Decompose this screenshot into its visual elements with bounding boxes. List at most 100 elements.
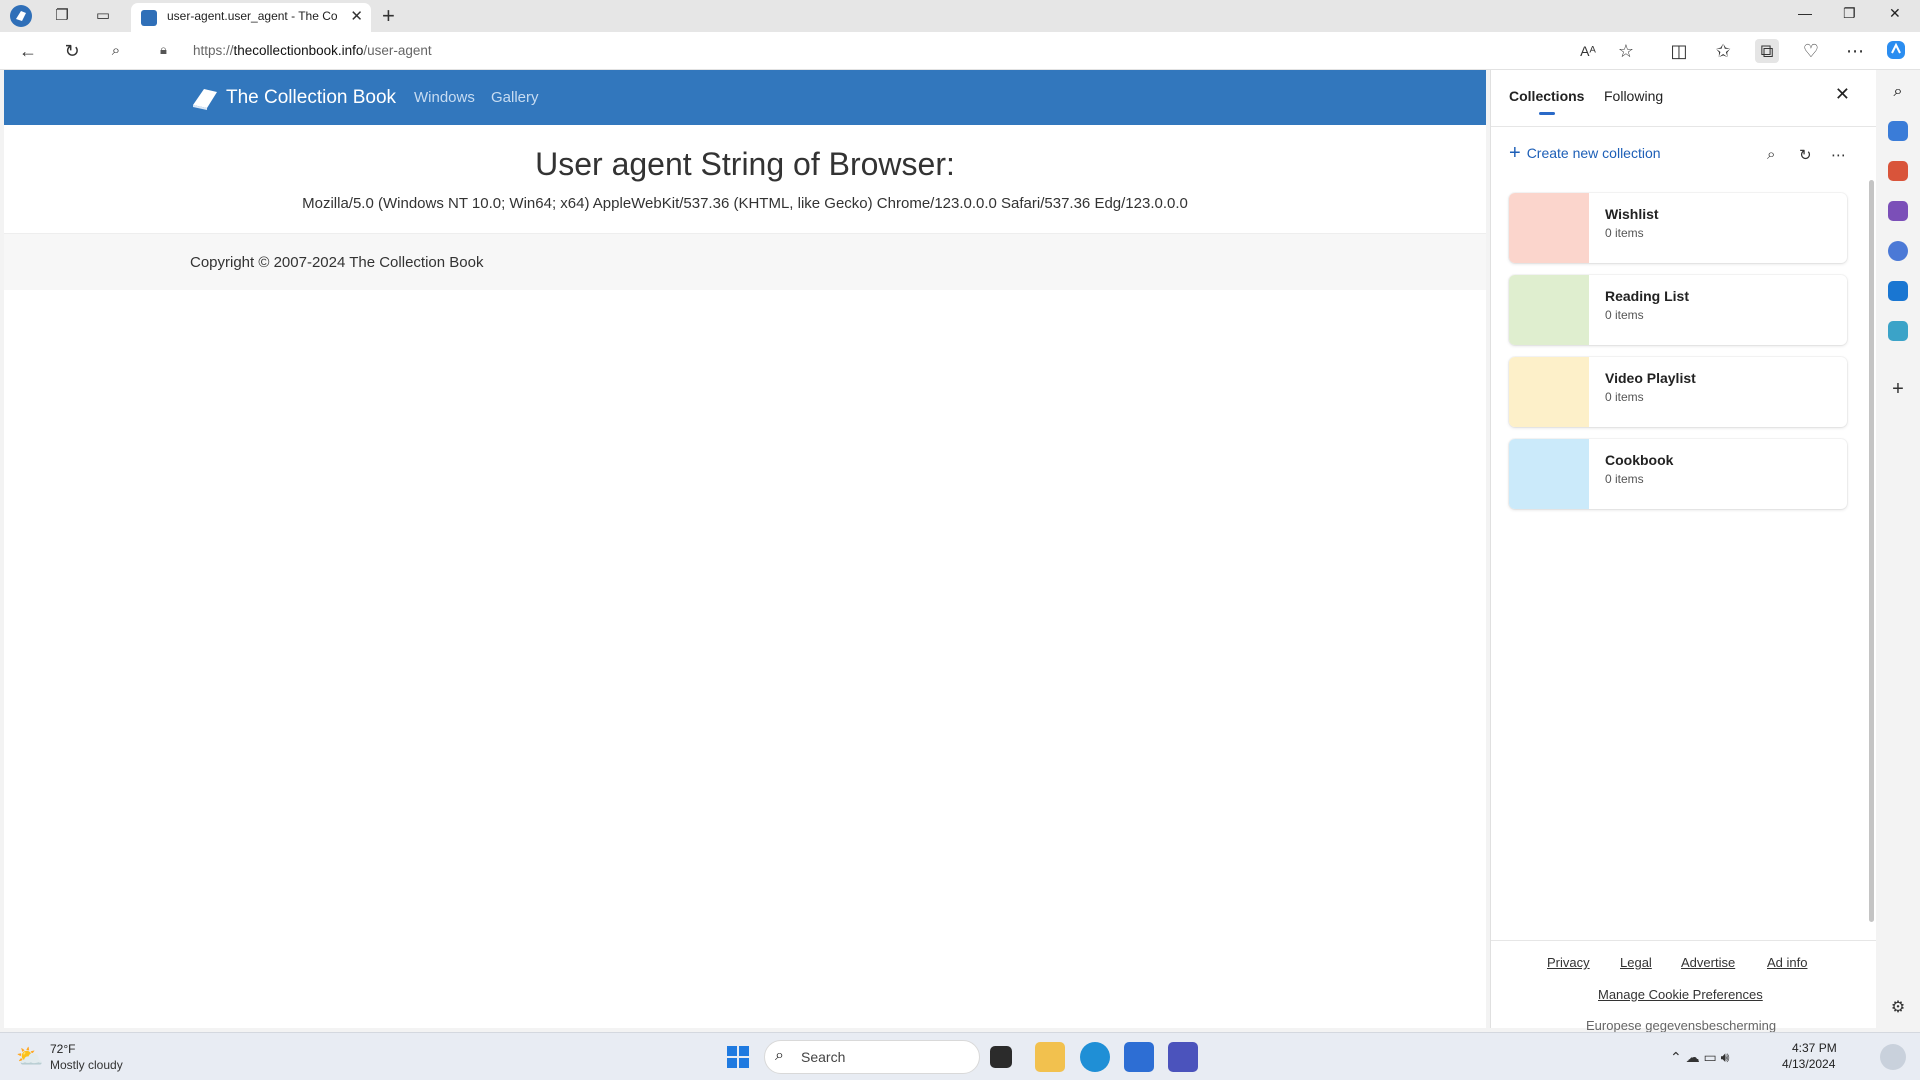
collection-thumbnail [1509,275,1589,345]
tab-strip: ❐ ▭ user-agent.user_agent - The Coll ✕ +… [0,0,1920,32]
create-new-collection-button[interactable]: + Create new collection [1509,142,1661,164]
nav-link-windows[interactable]: Windows [414,89,475,106]
browser-toolbar: ← ↻ ⌕ 🔒︎ https://thecollectionbook.info/… [0,32,1920,70]
taskbar-search[interactable]: ⌕ Search [764,1040,980,1074]
collection-card-cookbook[interactable]: Cookbook 0 items [1509,439,1847,509]
site-brand[interactable]: The Collection Book [190,84,396,112]
outlook-icon[interactable] [1888,281,1908,301]
collection-count: 0 items [1605,472,1644,486]
sidebar-rail: ⌕ + ⚙ [1876,70,1920,1028]
data-protection-link[interactable]: Europese gegevensbescherming [1586,1018,1776,1033]
collection-count: 0 items [1605,226,1644,240]
active-tab-indicator [1539,112,1555,115]
copilot-icon[interactable] [1884,39,1908,63]
weather-icon[interactable]: ⛅ [16,1042,46,1072]
add-sidebar-app-icon[interactable]: + [1888,379,1908,400]
book-logo-icon [193,89,217,110]
refresh-icon[interactable]: ↻ [60,39,84,63]
minimize-icon[interactable]: — [1798,5,1812,21]
site-navbar: The Collection Book Windows Gallery [4,70,1486,125]
start-icon[interactable] [723,1042,753,1072]
tab-title: user-agent.user_agent - The Coll [167,9,337,23]
collection-thumbnail [1509,439,1589,509]
close-tab-icon[interactable]: ✕ [350,7,363,25]
restore-icon[interactable]: ❐ [1843,5,1856,22]
collection-card-video-playlist[interactable]: Video Playlist 0 items [1509,357,1847,427]
divider [1491,126,1877,127]
url-text[interactable]: https://thecollectionbook.info/user-agen… [193,43,432,58]
tab-collections[interactable]: Collections [1509,88,1584,104]
url-path: /user-agent [363,43,432,58]
tools-icon[interactable] [1888,161,1908,181]
web-content: The Collection Book Windows Gallery User… [4,70,1486,1028]
more-icon[interactable]: ⋯ [1831,146,1846,164]
notifications-icon[interactable] [1880,1044,1906,1070]
collection-count: 0 items [1605,308,1644,322]
sync-icon[interactable]: ↻ [1799,146,1812,164]
edge-icon[interactable] [1080,1042,1110,1072]
tab-following[interactable]: Following [1604,88,1663,104]
collections-icon[interactable]: ⧉ [1755,39,1779,63]
create-collection-label: Create new collection [1526,145,1661,161]
new-tab-icon[interactable]: + [382,4,395,28]
page-title: User agent String of Browser: [535,146,955,182]
collections-panel: Collections Following ✕ + Create new col… [1490,70,1877,1033]
legal-link[interactable]: Legal [1620,955,1652,970]
collection-thumbnail [1509,357,1589,427]
sidebar-settings-icon[interactable]: ⚙ [1888,998,1908,1018]
plus-icon: + [1509,142,1521,164]
clock-time[interactable]: 4:37 PM [1792,1041,1837,1055]
store-icon[interactable] [1124,1042,1154,1072]
search-label: Search [801,1049,846,1065]
profile-icon[interactable] [9,4,33,28]
taskbar: ⛅ 72°F Mostly cloudy ⌕ Search ⌃ ☁ ▭ 🔊︎ 4… [0,1032,1920,1080]
privacy-link[interactable]: Privacy [1547,955,1590,970]
games-icon[interactable] [1888,201,1908,221]
search-icon[interactable]: ⌕ [104,39,128,63]
weather-description[interactable]: Mostly cloudy [50,1058,123,1072]
tray-icons[interactable]: ⌃ ☁ ▭ 🔊︎ [1670,1044,1760,1070]
more-options-icon[interactable]: ⋯ [1843,39,1867,63]
brand-name: The Collection Book [226,87,397,108]
split-screen-icon[interactable]: ◫ [1667,39,1691,63]
drop-icon[interactable] [1888,321,1908,341]
ad-info-link[interactable]: Ad info [1767,955,1807,970]
collection-name: Video Playlist [1605,370,1696,386]
lock-icon[interactable]: 🔒︎ [160,42,167,58]
shopping-icon[interactable] [1888,121,1908,141]
close-panel-icon[interactable]: ✕ [1835,84,1850,105]
collection-card-wishlist[interactable]: Wishlist 0 items [1509,193,1847,263]
weather-temperature[interactable]: 72°F [50,1042,75,1056]
read-aloud-icon[interactable]: Aᴬ [1576,39,1600,63]
site-favicon-icon [141,10,157,26]
advertise-link[interactable]: Advertise [1681,955,1735,970]
back-icon[interactable]: ← [16,39,40,63]
tab-actions-icon[interactable]: ▭ [91,4,115,28]
nav-link-gallery[interactable]: Gallery [491,89,539,106]
search-icon: ⌕ [775,1047,784,1064]
microsoft-365-icon[interactable] [1888,241,1908,261]
collection-thumbnail [1509,193,1589,263]
file-explorer-icon[interactable] [1035,1042,1065,1072]
site-footer: Copyright © 2007-2024 The Collection Boo… [4,233,1486,290]
task-view-icon[interactable] [990,1046,1012,1068]
active-tab[interactable]: user-agent.user_agent - The Coll ✕ [131,3,371,32]
search-icon[interactable]: ⌕ [1888,82,1908,102]
panel-scrollbar[interactable] [1869,180,1874,922]
collection-list: Wishlist 0 items Reading List 0 items Vi… [1509,193,1847,521]
collection-count: 0 items [1605,390,1644,404]
cookie-preferences-link[interactable]: Manage Cookie Preferences [1598,987,1763,1002]
search-collections-icon[interactable]: ⌕ [1767,146,1775,163]
divider [1491,940,1877,941]
browser-essentials-icon[interactable]: ♡ [1799,39,1823,63]
favorites-icon[interactable]: ✩ [1711,39,1735,63]
workspaces-icon[interactable]: ❐ [50,4,74,28]
clock-date[interactable]: 4/13/2024 [1782,1057,1835,1071]
collection-name: Cookbook [1605,452,1674,468]
collection-card-reading-list[interactable]: Reading List 0 items [1509,275,1847,345]
favorite-star-icon[interactable]: ☆ [1614,39,1638,63]
close-window-icon[interactable]: ✕ [1889,5,1901,22]
teams-icon[interactable] [1168,1042,1198,1072]
collection-name: Reading List [1605,288,1690,304]
address-bar[interactable]: 🔒︎ https://thecollectionbook.info/user-a… [146,35,1746,66]
